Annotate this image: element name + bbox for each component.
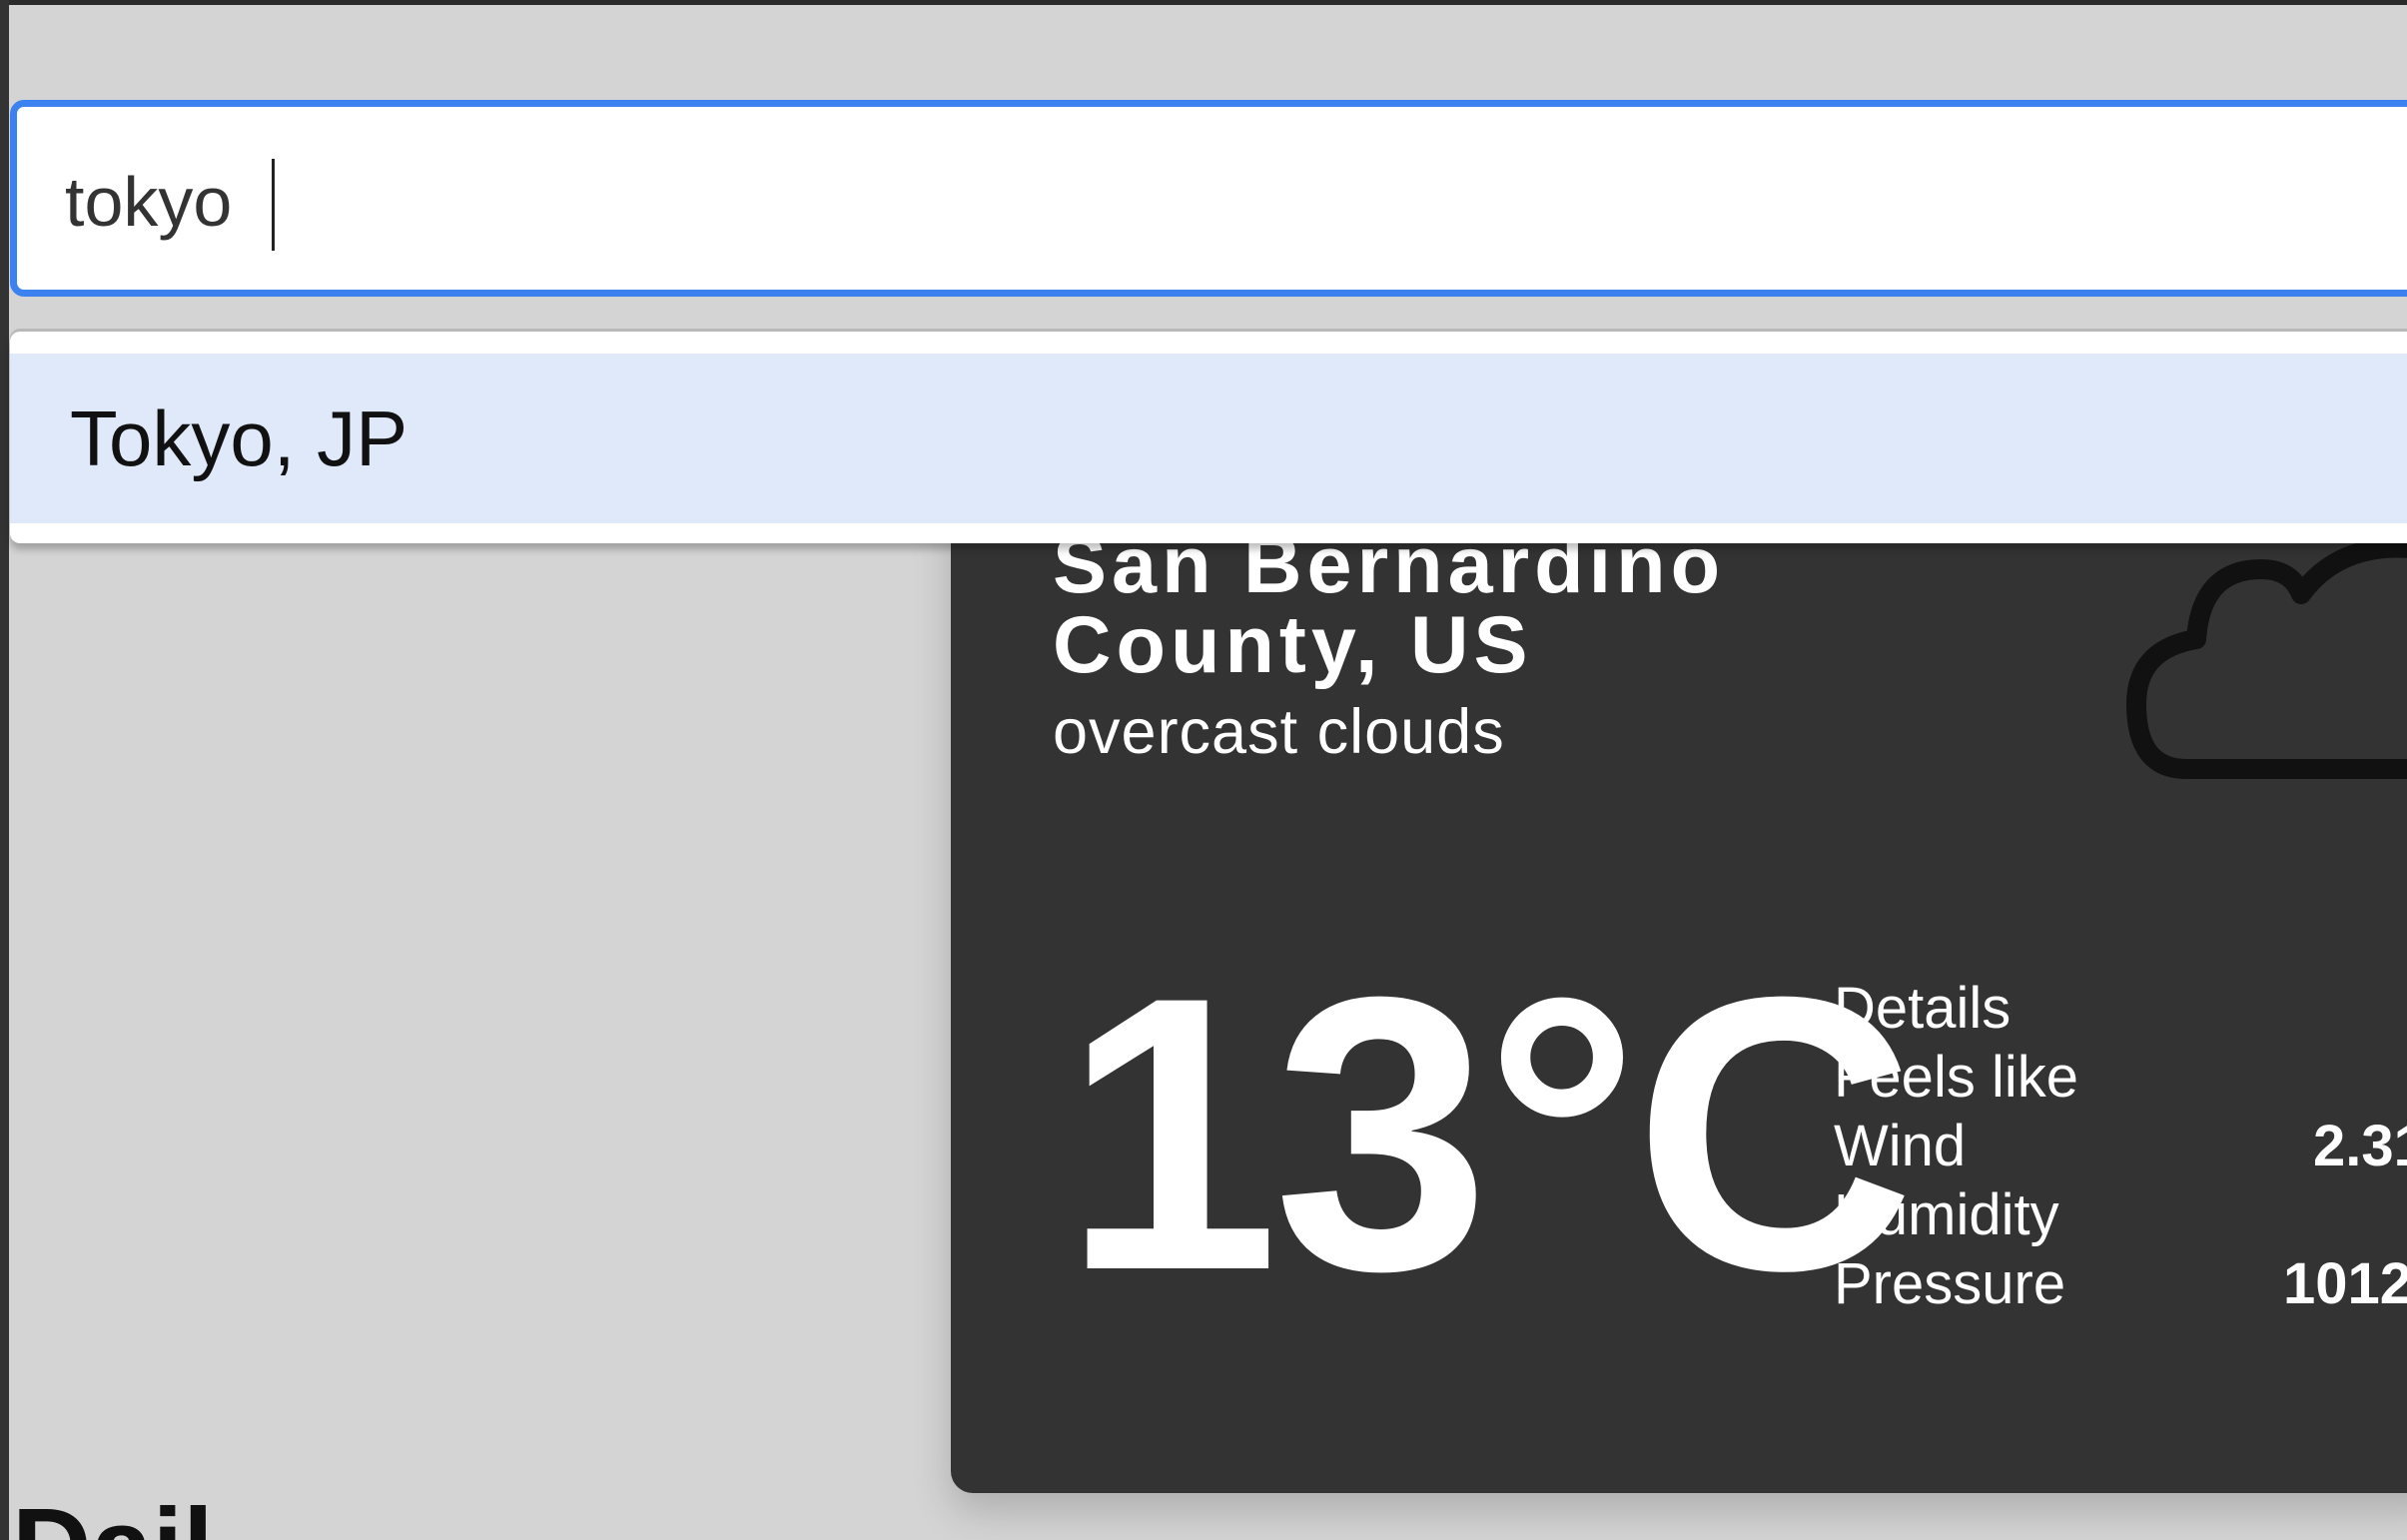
text-caret bbox=[272, 159, 275, 251]
city-name: San Bernardino County, US bbox=[1053, 520, 1726, 690]
current-temperature: 13°C bbox=[1063, 916, 1915, 1351]
suggestion-item[interactable]: Tokyo, JP bbox=[10, 354, 2407, 523]
detail-value: 1012 bbox=[2283, 1251, 2407, 1316]
city-search-box[interactable] bbox=[10, 100, 2407, 297]
detail-label: Wind bbox=[1834, 1114, 1967, 1178]
weather-description: overcast clouds bbox=[1053, 697, 1505, 767]
cloud-icon bbox=[2126, 537, 2407, 779]
detail-row-humidity: Humidity bbox=[1834, 1180, 2407, 1249]
details-heading: Details bbox=[1834, 974, 2407, 1043]
details-heading-label: Details bbox=[1834, 976, 2011, 1041]
detail-label: Pressure bbox=[1834, 1251, 2066, 1316]
window-left-edge bbox=[0, 0, 9, 1540]
current-weather-card: San Bernardino County, US overcast cloud… bbox=[951, 469, 2407, 1493]
detail-row-wind: Wind 2.31 bbox=[1834, 1112, 2407, 1180]
weather-details: Details Feels like Wind 2.31 Humidity Pr… bbox=[1834, 974, 2407, 1318]
weather-app: San Bernardino County, US overcast cloud… bbox=[0, 0, 2407, 1540]
city-search-input[interactable] bbox=[65, 147, 2262, 257]
window-top-edge bbox=[0, 0, 2407, 5]
search-suggestions-dropdown: Tokyo, JP bbox=[10, 332, 2407, 543]
detail-row-feels-like: Feels like bbox=[1834, 1043, 2407, 1112]
detail-label: Feels like bbox=[1834, 1045, 2078, 1110]
detail-value: 2.31 bbox=[2313, 1114, 2407, 1178]
daily-forecast-heading: Dail bbox=[12, 1493, 214, 1540]
detail-label: Humidity bbox=[1834, 1182, 2059, 1247]
detail-row-pressure: Pressure 1012 bbox=[1834, 1249, 2407, 1318]
